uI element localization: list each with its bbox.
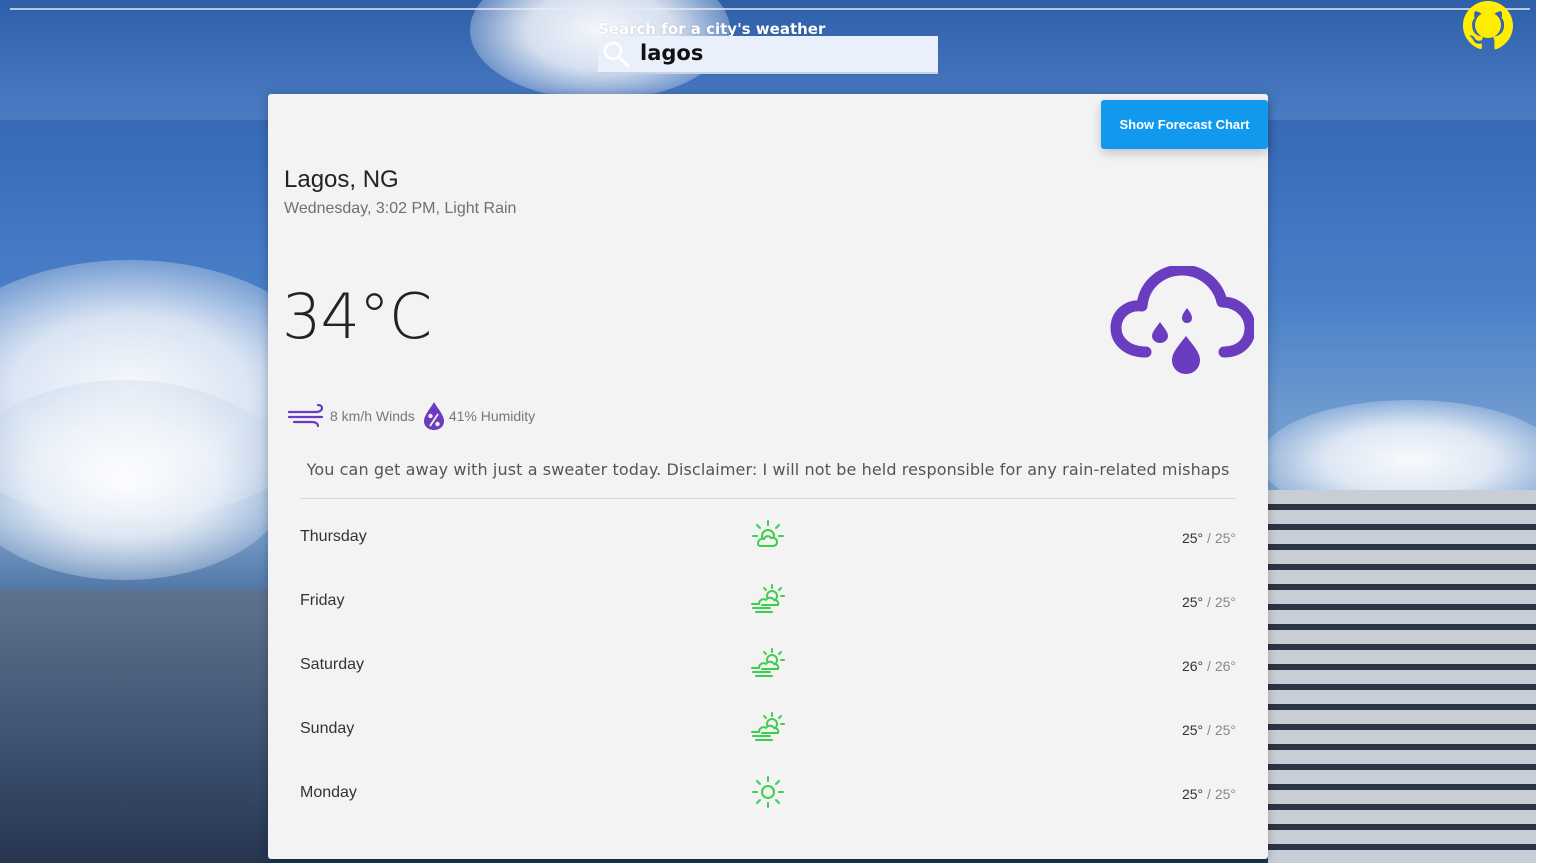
current-temperature: 34°C [282,280,432,353]
rain-cloud-icon [1110,266,1254,374]
forecast-list: Thursday 25° / 25° Friday 25° / 25° Satu… [300,506,1236,826]
forecast-row: Saturday 26° / 26° [300,634,1236,698]
forecast-low: 25° [1214,530,1236,546]
sun-icon [752,776,784,808]
section-divider [300,498,1236,499]
forecast-row: Monday 25° / 25° [300,762,1236,826]
forecast-temp-separator: / [1203,658,1215,674]
search-bar: Search for a city's weather [598,20,938,74]
show-forecast-chart-button[interactable]: Show Forecast Chart [1101,100,1268,149]
search-box[interactable] [598,36,938,74]
forecast-low: 25° [1214,594,1236,610]
windy-sun-cloud-icon [751,712,785,741]
forecast-high: 25° [1181,722,1204,738]
search-input[interactable] [640,38,930,68]
clothing-advice: You can get away with just a sweater tod… [306,460,1230,479]
github-icon[interactable] [1462,0,1514,50]
forecast-day: Monday [300,784,357,801]
weather-card: Show Forecast Chart Lagos, NG Wednesday,… [268,94,1268,859]
forecast-low: 25° [1214,722,1236,738]
forecast-temps: 25° / 25° [1182,594,1236,610]
forecast-temps: 25° / 25° [1182,722,1236,738]
forecast-temps: 25° / 25° [1182,786,1236,802]
wind-icon [288,404,324,428]
forecast-row: Friday 25° / 25° [300,570,1236,634]
background-building [0,590,268,863]
forecast-day: Sunday [300,720,355,737]
forecast-low: 26° [1214,658,1236,674]
humidity-icon [423,402,444,430]
forecast-low: 25° [1214,786,1236,802]
page-edge [1536,0,1548,863]
top-divider [10,8,1530,10]
search-icon [603,41,630,68]
current-metrics: 8 km/h Winds 41% Humidity [288,400,543,432]
forecast-high: 25° [1181,530,1204,546]
forecast-row: Sunday 25° / 25° [300,698,1236,762]
forecast-temp-separator: / [1203,786,1215,802]
humidity: 41% Humidity [448,408,536,424]
forecast-temp-separator: / [1203,594,1215,610]
wind-speed: 8 km/h Winds [330,408,415,424]
windy-sun-cloud-icon [751,648,785,677]
background-building [1268,490,1536,863]
windy-sun-cloud-icon [751,584,785,613]
forecast-row: Thursday 25° / 25° [300,506,1236,570]
forecast-temp-separator: / [1203,722,1215,738]
forecast-high: 26° [1181,658,1204,674]
forecast-temps: 25° / 25° [1182,530,1236,546]
forecast-day: Friday [300,592,345,609]
forecast-day: Saturday [300,656,365,673]
forecast-day: Thursday [300,528,367,545]
forecast-high: 25° [1181,786,1204,802]
sun-cloud-icon [752,520,784,547]
current-conditions-subtitle: Wednesday, 3:02 PM, Light Rain [284,200,517,217]
city-name: Lagos, NG [284,166,399,193]
forecast-high: 25° [1181,594,1204,610]
forecast-temp-separator: / [1203,530,1215,546]
forecast-temps: 26° / 26° [1182,658,1236,674]
